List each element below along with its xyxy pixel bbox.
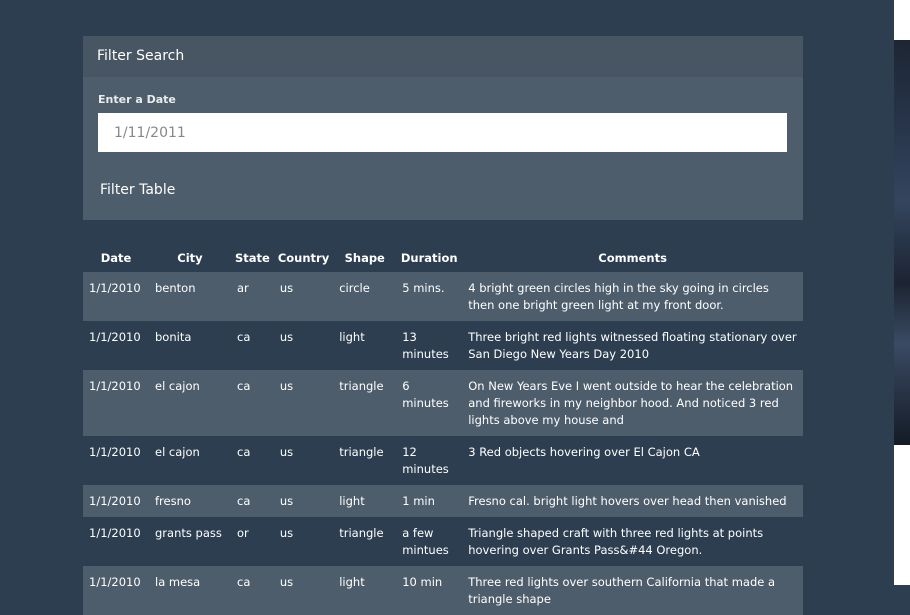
filter-panel-heading: Filter Search: [83, 36, 803, 77]
cell-city: grants pass: [155, 526, 222, 540]
cell-date: 1/1/2010: [89, 494, 141, 508]
cell-shape: triangle: [339, 526, 384, 540]
cell-duration: 10 min: [402, 575, 443, 589]
cell-country: us: [279, 281, 294, 295]
cell-state: ca: [237, 445, 251, 459]
cell-country: us: [279, 494, 294, 508]
cell-date: 1/1/2010: [89, 445, 141, 459]
filter-panel: Filter Search Enter a Date Filter Table: [83, 36, 803, 220]
cell-city: fresno: [155, 494, 191, 508]
cell-comments: Triangle shaped craft with three red lig…: [468, 526, 764, 557]
cell-duration: 13 minutes: [402, 330, 449, 361]
cell-date: 1/1/2010: [89, 281, 141, 295]
cell-date: 1/1/2010: [89, 379, 141, 393]
header-state: State: [235, 251, 270, 265]
cell-shape: light: [339, 494, 365, 508]
table-row: 1/1/2010 el cajon ca us triangle 6 minut…: [83, 370, 803, 436]
header-duration: Duration: [400, 251, 458, 265]
cell-comments: Three red lights over southern Californi…: [468, 575, 776, 606]
table-row: 1/1/2010 bonita ca us light 13 minutes T…: [83, 321, 803, 370]
date-label: Enter a Date: [98, 93, 176, 106]
cell-state: or: [237, 526, 249, 540]
cell-state: ca: [237, 494, 251, 508]
cell-shape: triangle: [339, 445, 384, 459]
header-city: City: [177, 251, 203, 265]
header-comments: Comments: [598, 251, 667, 265]
cell-comments: 3 Red objects hovering over El Cajon CA: [468, 445, 700, 459]
cell-city: el cajon: [155, 445, 200, 459]
filter-table-button[interactable]: Filter Table: [83, 178, 192, 203]
cell-comments: 4 bright green circles high in the sky g…: [468, 281, 769, 312]
table-header-row: Date City State Country Shape Duration C…: [83, 244, 803, 272]
cell-date: 1/1/2010: [89, 330, 141, 344]
cell-shape: light: [339, 330, 365, 344]
sightings-table: Date City State Country Shape Duration C…: [83, 244, 803, 615]
date-input[interactable]: [98, 113, 787, 152]
cell-country: us: [279, 445, 294, 459]
cell-city: bonita: [155, 330, 192, 344]
table-row: 1/1/2010 fresno ca us light 1 min Fresno…: [83, 485, 803, 517]
cell-city: benton: [155, 281, 196, 295]
cell-city: el cajon: [155, 379, 200, 393]
cell-state: ca: [237, 575, 251, 589]
cell-date: 1/1/2010: [89, 526, 141, 540]
filter-panel-body: Enter a Date Filter Table: [83, 77, 803, 220]
cell-shape: light: [339, 575, 365, 589]
table-row: 1/1/2010 benton ar us circle 5 mins. 4 b…: [83, 272, 803, 321]
cell-state: ca: [237, 379, 251, 393]
cell-country: us: [279, 526, 294, 540]
cell-date: 1/1/2010: [89, 575, 141, 589]
table-row: 1/1/2010 el cajon ca us triangle 12 minu…: [83, 436, 803, 485]
cell-duration: 1 min: [402, 494, 435, 508]
cell-country: us: [279, 379, 294, 393]
cell-comments: Fresno cal. bright light hovers over hea…: [468, 494, 787, 508]
table-body: 1/1/2010 benton ar us circle 5 mins. 4 b…: [83, 272, 803, 615]
cell-comments: Three bright red lights witnessed floati…: [468, 330, 797, 361]
main-content: Filter Search Enter a Date Filter Table …: [83, 36, 803, 615]
cell-duration: 12 minutes: [402, 445, 449, 476]
cell-duration: 6 minutes: [402, 379, 449, 410]
table-row: 1/1/2010 la mesa ca us light 10 min Thre…: [83, 566, 803, 615]
cell-duration: 5 mins.: [402, 281, 445, 295]
header-shape: Shape: [344, 251, 385, 265]
cell-duration: a few mintues: [402, 526, 449, 557]
table-row: 1/1/2010 grants pass or us triangle a fe…: [83, 517, 803, 566]
cell-comments: On New Years Eve I went outside to hear …: [468, 379, 794, 427]
header-date: Date: [100, 251, 132, 265]
cell-country: us: [279, 330, 294, 344]
header-country: Country: [277, 251, 330, 265]
cell-state: ar: [237, 281, 249, 295]
cell-shape: circle: [339, 281, 370, 295]
cell-country: us: [279, 575, 294, 589]
background-photo-edge: [894, 40, 910, 445]
cell-shape: triangle: [339, 379, 384, 393]
cell-state: ca: [237, 330, 251, 344]
cell-city: la mesa: [155, 575, 201, 589]
